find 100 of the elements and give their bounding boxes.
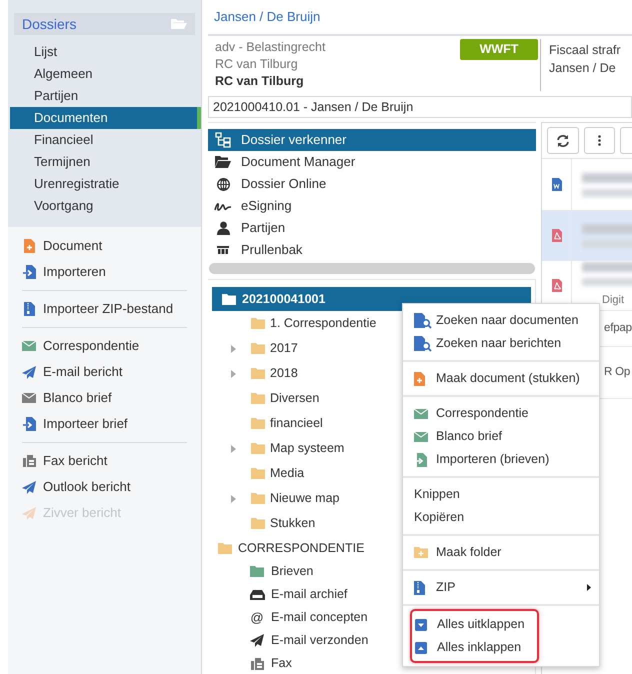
sidebar-nav-item[interactable]: Voortgang: [10, 195, 201, 217]
zip-file-icon: [24, 302, 34, 316]
envelope-icon: [22, 341, 36, 351]
sidebar-nav-item[interactable]: Lijst: [10, 41, 201, 63]
sidebar-action[interactable]: Correspondentie: [8, 333, 201, 359]
document-text: Digit: [601, 293, 626, 308]
sidebar-nav-item[interactable]: Documenten: [10, 107, 201, 129]
sidebar-action[interactable]: Importeer ZIP-bestand: [8, 296, 201, 322]
menu-item[interactable]: Importeren (brieven): [403, 448, 599, 471]
dossier-field[interactable]: 2021000410.01 - Jansen / De Bruijn: [208, 96, 632, 118]
sidebar-nav-item[interactable]: Termijnen: [10, 151, 201, 173]
fax-icon: [250, 658, 264, 670]
folder-icon: [251, 468, 265, 479]
document-row[interactable]: [542, 159, 632, 211]
info-text: Jansen / De: [549, 60, 617, 77]
sidebar-nav-item[interactable]: Financieel: [10, 129, 201, 151]
info-text: Fiscaal strafr: [549, 42, 621, 59]
import-icon: [22, 265, 36, 279]
import-icon: [414, 452, 427, 466]
blurred-text: [582, 172, 632, 196]
person-icon: [216, 221, 230, 235]
sidebar-action[interactable]: Document: [8, 233, 201, 259]
refresh-icon: [556, 134, 570, 148]
explorer-nav-item[interactable]: Dossier verkenner: [208, 129, 536, 151]
document-row[interactable]: [542, 211, 632, 261]
menu-item[interactable]: Alles inklappen: [412, 636, 537, 659]
signature-icon: [214, 200, 232, 212]
folder-icon: [250, 566, 264, 577]
folder-icon: [218, 542, 232, 554]
sidebar-action[interactable]: Outlook bericht: [8, 474, 201, 500]
lawyer-name: RC van Tilburg: [215, 73, 305, 90]
sidebar-action[interactable]: Importeer brief: [8, 411, 201, 437]
folder-icon: [251, 318, 265, 329]
explorer-nav-item[interactable]: Dossier Online: [208, 173, 536, 195]
folder-icon: [170, 18, 187, 30]
more-button[interactable]: [584, 127, 616, 154]
menu-item[interactable]: Zoeken naar documenten: [403, 309, 599, 332]
folder-icon: [251, 493, 265, 504]
sidebar-action[interactable]: Blanco brief: [8, 385, 201, 411]
fax-icon: [22, 455, 36, 467]
folder-icon: [251, 418, 265, 429]
tree-icon: [215, 132, 231, 148]
menu-item[interactable]: Alles uitklappen: [412, 613, 537, 636]
wwft-badge: WWFT: [460, 39, 538, 60]
kebab-icon: [598, 135, 601, 146]
document-search-icon: [414, 312, 432, 328]
inbox-tray-icon: [250, 590, 264, 600]
document-text: efpap: [603, 320, 632, 336]
explorer-nav-item[interactable]: eSigning: [208, 195, 536, 217]
explorer-nav-item[interactable]: Document Manager: [208, 151, 536, 173]
sidebar-nav-item[interactable]: Urenregistratie: [10, 173, 201, 195]
paper-plane-icon: [22, 506, 36, 520]
sidebar-nav-item[interactable]: Algemeen: [10, 63, 201, 85]
practice-area-text: adv - Belastingrecht: [215, 39, 326, 56]
blurred-text: [582, 224, 632, 248]
trash-icon: [217, 246, 229, 254]
word-file-icon: [552, 178, 562, 191]
folder-icon: [251, 343, 265, 354]
sidebar-action[interactable]: Importeren: [8, 259, 201, 285]
refresh-button[interactable]: [547, 127, 579, 154]
blurred-text: [582, 262, 632, 286]
paper-plane-icon: [22, 480, 36, 494]
import-icon: [22, 417, 36, 431]
collapse-icon: [415, 642, 427, 654]
explorer-nav-item[interactable]: Prullenbak: [208, 239, 536, 261]
pdf-file-icon: [552, 279, 562, 292]
sidebar-action[interactable]: Fax bericht: [8, 448, 201, 474]
folder-icon: [222, 294, 236, 304]
menu-item[interactable]: Blanco brief: [403, 425, 599, 448]
scrollbar[interactable]: [209, 263, 535, 274]
envelope-icon: [414, 432, 428, 442]
folder-icon: [251, 368, 265, 379]
document-search-icon: [414, 336, 432, 352]
zip-file-icon: [414, 580, 425, 594]
paper-plane-icon: [22, 366, 36, 378]
pdf-file-icon: [552, 229, 562, 242]
document-plus-icon: [414, 372, 425, 386]
sidebar-nav-item[interactable]: Partijen: [10, 85, 201, 107]
paper-plane-icon: [250, 634, 264, 647]
folder-icon: [251, 393, 265, 404]
sidebar-header[interactable]: Dossiers: [14, 13, 195, 35]
menu-item[interactable]: Correspondentie: [403, 402, 599, 425]
menu-item[interactable]: Kopiëren: [403, 506, 599, 529]
folder-icon: [251, 443, 265, 454]
globe-icon: [216, 178, 230, 190]
toolbar-button[interactable]: [620, 127, 632, 154]
menu-item[interactable]: Zoeken naar berichten: [403, 332, 599, 355]
envelope-icon: [22, 393, 36, 403]
folder-plus-icon: [414, 547, 428, 558]
explorer-nav-item[interactable]: Partijen: [208, 217, 536, 239]
envelope-icon: [414, 408, 428, 418]
menu-item[interactable]: Knippen: [403, 483, 599, 506]
breadcrumb[interactable]: Jansen / De Bruijn: [214, 7, 320, 27]
sidebar-action[interactable]: E-mail bericht: [8, 359, 201, 385]
lawyer-name: RC van Tilburg: [215, 56, 299, 73]
expand-icon: [415, 618, 427, 630]
open-folder-icon: [215, 156, 231, 168]
folder-icon: [251, 518, 265, 529]
menu-item[interactable]: Maak document (stukken): [403, 367, 599, 390]
document-text: R Op: [603, 364, 632, 380]
